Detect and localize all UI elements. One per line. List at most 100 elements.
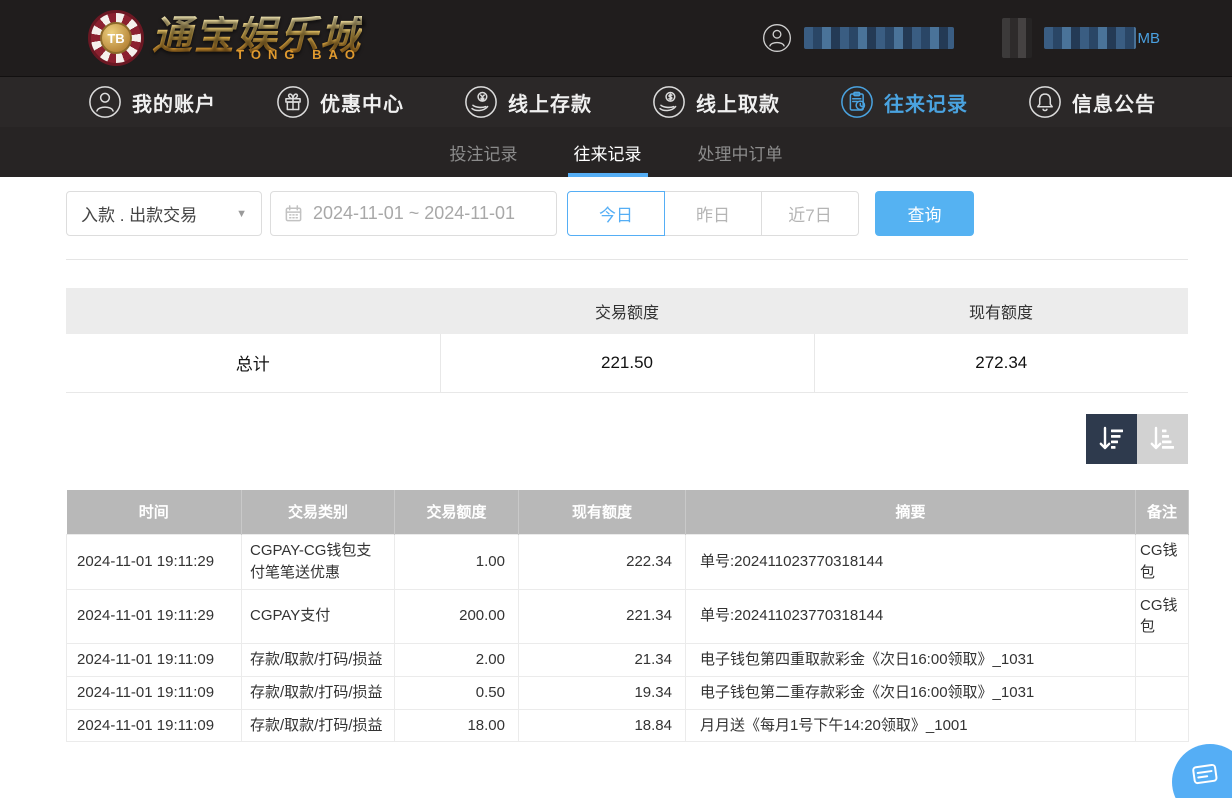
main-navigation: 我的账户 优惠中心 线上存款 线上取款 往来记录 信息公告 [0,76,1232,127]
cell-amount: 1.00 [395,535,519,590]
sort-asc-icon[interactable] [1137,414,1188,464]
table-row: 2024-11-01 19:11:09存款/取款/打码/损益0.5019.34电… [67,676,1189,709]
customer-service-button[interactable] [1172,744,1232,798]
cell-type: CGPAY支付 [242,589,395,644]
nav-item-1[interactable]: 我的账户 [88,85,216,119]
column-header-1: 时间 [67,490,242,535]
cell-balance: 19.34 [519,676,686,709]
quick-range-3[interactable]: 近7日 [761,191,859,236]
user-icon [88,85,122,119]
nav-item-4[interactable]: 线上取款 [652,85,780,119]
cell-balance: 222.34 [519,535,686,590]
cell-balance: 21.34 [519,644,686,677]
brand-name-en: TONG BAO [236,48,362,61]
table-row: 2024-11-01 19:11:29CGPAY-CG钱包支付笔笔送优惠1.00… [67,535,1189,590]
filter-row: 入款 . 出款交易 ▼ 2024-11-01 ~ 2024-11-01 今日昨日… [66,191,1188,236]
tab-2[interactable]: 往来记录 [572,127,644,177]
brand-logo[interactable]: TB 通宝娱乐城 TONG BAO [88,10,362,66]
transaction-type-value: 入款 . 出款交易 [81,201,197,226]
bell-icon [1028,85,1062,119]
quick-range-1[interactable]: 今日 [567,191,665,236]
cell-type: 存款/取款/打码/损益 [242,676,395,709]
top-header-bar: TB 通宝娱乐城 TONG BAO MB [0,0,1232,76]
quick-range-2[interactable]: 昨日 [664,191,762,236]
gift-icon [276,85,310,119]
cell-time: 2024-11-01 19:11:09 [67,709,242,742]
cell-amount: 0.50 [395,676,519,709]
nav-item-2[interactable]: 优惠中心 [276,85,404,119]
cell-time: 2024-11-01 19:11:29 [67,589,242,644]
nav-item-label: 往来记录 [884,88,968,117]
column-header-3: 交易额度 [395,490,519,535]
cell-type: CGPAY-CG钱包支付笔笔送优惠 [242,535,395,590]
summary-balance-total: 272.34 [814,334,1188,392]
cell-note: CG钱包 [1136,589,1189,644]
date-range-input[interactable]: 2024-11-01 ~ 2024-11-01 [270,191,557,236]
column-header-2: 交易类别 [242,490,395,535]
cell-summary: 电子钱包第四重取款彩金《次日16:00领取》_1031 [686,644,1136,677]
column-header-6: 备注 [1136,490,1189,535]
nav-item-label: 我的账户 [132,88,216,117]
tab-3[interactable]: 处理中订单 [696,127,785,177]
user-info-area: MB [762,18,1161,58]
content-container: 入款 . 出款交易 ▼ 2024-11-01 ~ 2024-11-01 今日昨日… [66,191,1188,742]
balance-redacted [1044,27,1136,49]
cell-summary: 单号:202411023770318144 [686,589,1136,644]
summary-total-label: 总计 [66,334,440,392]
summary-header-transaction: 交易额度 [440,288,814,334]
records-icon [840,85,874,119]
search-button[interactable]: 查询 [875,191,974,236]
sort-desc-icon[interactable] [1086,414,1137,464]
record-tabs-bar: 投注记录 往来记录 处理中订单 [0,127,1232,177]
nav-item-label: 信息公告 [1072,88,1156,117]
cell-note [1136,644,1189,677]
cell-note [1136,676,1189,709]
cell-note [1136,709,1189,742]
withdraw-icon [652,85,686,119]
date-range-value: 2024-11-01 ~ 2024-11-01 [313,203,515,224]
balance-unit-label: MB [1138,30,1161,47]
table-row: 2024-11-01 19:11:09存款/取款/打码/损益2.0021.34电… [67,644,1189,677]
tab-1[interactable]: 投注记录 [448,127,520,177]
customer-service-icon [1188,758,1222,795]
cell-summary: 单号:202411023770318144 [686,535,1136,590]
sort-controls [66,414,1188,464]
username-redacted [804,27,954,49]
nav-item-label: 线上存款 [508,88,592,117]
cell-amount: 2.00 [395,644,519,677]
nav-item-6[interactable]: 信息公告 [1028,85,1156,119]
nav-item-5[interactable]: 往来记录 [840,85,968,119]
balance-icon-redacted [1002,18,1032,58]
caret-down-icon: ▼ [236,208,247,220]
cell-time: 2024-11-01 19:11:09 [67,644,242,677]
cell-type: 存款/取款/打码/损益 [242,644,395,677]
chip-monogram: TB [100,22,132,54]
nav-item-3[interactable]: 线上存款 [464,85,592,119]
cell-balance: 18.84 [519,709,686,742]
cell-balance: 221.34 [519,589,686,644]
transaction-type-select[interactable]: 入款 . 出款交易 ▼ [66,191,262,236]
cell-time: 2024-11-01 19:11:29 [67,535,242,590]
section-divider [66,259,1188,260]
quick-range-group: 今日昨日近7日 [567,191,859,236]
cell-summary: 月月送《每月1号下午14:20领取》_1001 [686,709,1136,742]
cell-amount: 200.00 [395,589,519,644]
table-row: 2024-11-01 19:11:29CGPAY支付200.00221.34单号… [67,589,1189,644]
summary-transaction-total: 221.50 [440,334,814,392]
nav-item-label: 优惠中心 [320,88,404,117]
summary-total-row: 总计 221.50 272.34 [66,334,1188,392]
summary-table: 交易额度 现有额度 总计 221.50 272.34 [66,288,1188,393]
nav-item-label: 线上取款 [696,88,780,117]
summary-header-empty [66,288,440,334]
calendar-icon [284,204,303,223]
column-header-5: 摘要 [686,490,1136,535]
cell-type: 存款/取款/打码/损益 [242,709,395,742]
cell-time: 2024-11-01 19:11:09 [67,676,242,709]
deposit-icon [464,85,498,119]
user-icon [762,23,792,53]
poker-chip-icon: TB [88,10,144,66]
summary-header-balance: 现有额度 [814,288,1188,334]
cell-summary: 电子钱包第二重存款彩金《次日16:00领取》_1031 [686,676,1136,709]
table-row: 2024-11-01 19:11:09存款/取款/打码/损益18.0018.84… [67,709,1189,742]
cell-amount: 18.00 [395,709,519,742]
